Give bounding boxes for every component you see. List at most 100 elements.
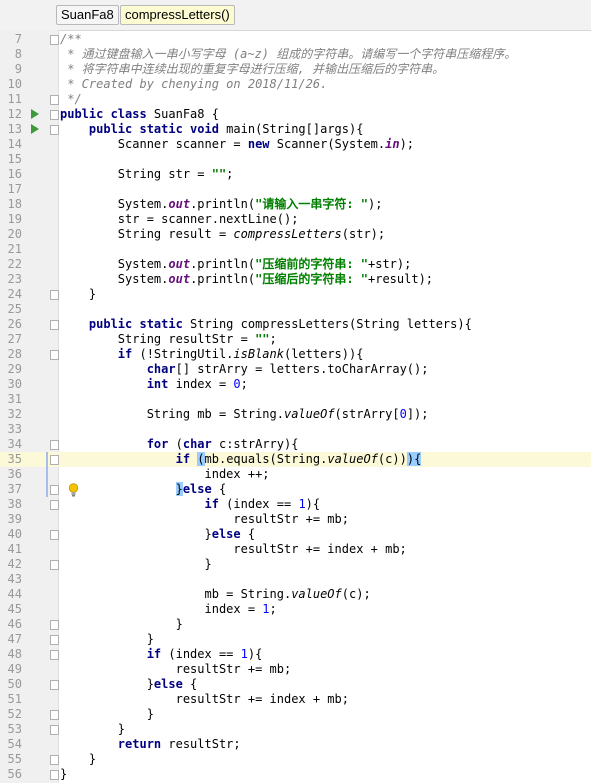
code-line[interactable]: 21: [0, 242, 591, 257]
code-text[interactable]: resultStr += index + mb;: [60, 542, 406, 557]
code-text[interactable]: String resultStr = "";: [60, 332, 277, 347]
code-text[interactable]: System.out.println("压缩后的字符串: "+result);: [60, 272, 433, 287]
code-text[interactable]: Scanner scanner = new Scanner(System.in)…: [60, 137, 414, 152]
fold-marker-icon[interactable]: [50, 455, 59, 465]
fold-marker-icon[interactable]: [50, 125, 59, 135]
code-line[interactable]: 9 * 将字符串中连续出现的重复字母进行压缩, 并输出压缩后的字符串。: [0, 62, 591, 77]
code-line[interactable]: 35 if (mb.equals(String.valueOf(c))){: [0, 452, 591, 467]
code-text[interactable]: resultStr += index + mb;: [60, 692, 349, 707]
code-text[interactable]: index ++;: [60, 467, 269, 482]
code-line[interactable]: 18 System.out.println("请输入一串字符: ");: [0, 197, 591, 212]
code-line[interactable]: 38 if (index == 1){: [0, 497, 591, 512]
code-text[interactable]: System.out.println("请输入一串字符: ");: [60, 197, 383, 212]
code-text[interactable]: /**: [60, 32, 82, 47]
code-line[interactable]: 41 resultStr += index + mb;: [0, 542, 591, 557]
code-line[interactable]: 47 }: [0, 632, 591, 647]
code-text[interactable]: }: [60, 707, 154, 722]
code-text[interactable]: * Created by chenying on 2018/11/26.: [60, 77, 327, 92]
code-line[interactable]: 34 for (char c:strArry){: [0, 437, 591, 452]
code-line[interactable]: 14 Scanner scanner = new Scanner(System.…: [0, 137, 591, 152]
code-text[interactable]: resultStr += mb;: [60, 512, 349, 527]
code-line[interactable]: 23 System.out.println("压缩后的字符串: "+result…: [0, 272, 591, 287]
code-line[interactable]: 51 resultStr += index + mb;: [0, 692, 591, 707]
code-text[interactable]: String result = compressLetters(str);: [60, 227, 385, 242]
code-line[interactable]: 11 */: [0, 92, 591, 107]
code-line[interactable]: 31: [0, 392, 591, 407]
code-line[interactable]: 37 }else {: [0, 482, 591, 497]
fold-marker-icon[interactable]: [50, 500, 59, 510]
code-line[interactable]: 40 }else {: [0, 527, 591, 542]
code-text[interactable]: }else {: [60, 677, 198, 692]
code-line[interactable]: 27 String resultStr = "";: [0, 332, 591, 347]
code-text[interactable]: mb = String.valueOf(c);: [60, 587, 370, 602]
fold-marker-icon[interactable]: [50, 110, 59, 120]
fold-marker-icon[interactable]: [50, 320, 59, 330]
fold-marker-icon[interactable]: [50, 485, 59, 495]
code-line[interactable]: 45 index = 1;: [0, 602, 591, 617]
fold-marker-icon[interactable]: [50, 635, 59, 645]
code-line[interactable]: 15: [0, 152, 591, 167]
code-text[interactable]: }: [60, 752, 96, 767]
run-gutter-icon[interactable]: [31, 109, 39, 119]
code-text[interactable]: }: [60, 557, 211, 572]
code-line[interactable]: 20 String result = compressLetters(str);: [0, 227, 591, 242]
code-line[interactable]: 43: [0, 572, 591, 587]
code-text[interactable]: public static void main(String[]args){: [60, 122, 364, 137]
code-text[interactable]: */: [60, 92, 81, 107]
code-line[interactable]: 56}: [0, 767, 591, 782]
fold-marker-icon[interactable]: [50, 725, 59, 735]
fold-marker-icon[interactable]: [50, 770, 59, 780]
fold-marker-icon[interactable]: [50, 290, 59, 300]
code-text[interactable]: }else {: [60, 527, 255, 542]
fold-marker-icon[interactable]: [50, 350, 59, 360]
fold-marker-icon[interactable]: [50, 530, 59, 540]
code-line[interactable]: 12 public class SuanFa8 {: [0, 107, 591, 122]
breadcrumb-class[interactable]: SuanFa8: [56, 5, 119, 25]
code-line[interactable]: 19 str = scanner.nextLine();: [0, 212, 591, 227]
code-editor[interactable]: 7/** 8 * 通过键盘输入一串小写字母 (a~z) 组成的字符串。请编写一个字…: [0, 30, 591, 783]
fold-marker-icon[interactable]: [50, 620, 59, 630]
code-line[interactable]: 54 return resultStr;: [0, 737, 591, 752]
code-line[interactable]: 50 }else {: [0, 677, 591, 692]
code-line[interactable]: 53 }: [0, 722, 591, 737]
code-text[interactable]: if (index == 1){: [60, 497, 321, 512]
code-text[interactable]: }: [60, 617, 183, 632]
code-line[interactable]: 33: [0, 422, 591, 437]
code-line[interactable]: 44 mb = String.valueOf(c);: [0, 587, 591, 602]
code-line[interactable]: 49 resultStr += mb;: [0, 662, 591, 677]
code-text[interactable]: str = scanner.nextLine();: [60, 212, 299, 227]
code-text[interactable]: System.out.println("压缩前的字符串: "+str);: [60, 257, 412, 272]
code-text[interactable]: index = 1;: [60, 602, 276, 617]
code-text[interactable]: if (index == 1){: [60, 647, 263, 662]
run-gutter-icon[interactable]: [31, 124, 39, 134]
code-line[interactable]: 26 public static String compressLetters(…: [0, 317, 591, 332]
code-text[interactable]: if (!StringUtil.isBlank(letters)){: [60, 347, 364, 362]
code-line[interactable]: 8 * 通过键盘输入一串小写字母 (a~z) 组成的字符串。请编写一个字符串压缩…: [0, 47, 591, 62]
fold-marker-icon[interactable]: [50, 680, 59, 690]
code-text[interactable]: }: [60, 632, 154, 647]
code-line[interactable]: 36 index ++;: [0, 467, 591, 482]
code-line[interactable]: 55 }: [0, 752, 591, 767]
code-line[interactable]: 22 System.out.println("压缩前的字符串: "+str);: [0, 257, 591, 272]
code-text[interactable]: int index = 0;: [60, 377, 248, 392]
code-text[interactable]: public class SuanFa8 {: [60, 107, 219, 122]
code-text[interactable]: return resultStr;: [60, 737, 241, 752]
code-line[interactable]: 16 String str = "";: [0, 167, 591, 182]
code-text[interactable]: String mb = String.valueOf(strArry[0]);: [60, 407, 429, 422]
code-line[interactable]: 17: [0, 182, 591, 197]
fold-marker-icon[interactable]: [50, 440, 59, 450]
code-line[interactable]: 29 char[] strArry = letters.toCharArray(…: [0, 362, 591, 377]
code-text[interactable]: resultStr += mb;: [60, 662, 292, 677]
code-line[interactable]: 32 String mb = String.valueOf(strArry[0]…: [0, 407, 591, 422]
fold-marker-icon[interactable]: [50, 650, 59, 660]
code-text[interactable]: * 通过键盘输入一串小写字母 (a~z) 组成的字符串。请编写一个字符串压缩程序…: [60, 47, 516, 62]
fold-marker-icon[interactable]: [50, 755, 59, 765]
breadcrumb-method[interactable]: compressLetters(): [120, 5, 235, 25]
code-line[interactable]: 30 int index = 0;: [0, 377, 591, 392]
code-line[interactable]: 25: [0, 302, 591, 317]
code-text[interactable]: }else {: [60, 482, 226, 497]
code-line[interactable]: 46 }: [0, 617, 591, 632]
code-line[interactable]: 24 }: [0, 287, 591, 302]
code-text[interactable]: }: [60, 767, 67, 782]
fold-marker-icon[interactable]: [50, 710, 59, 720]
